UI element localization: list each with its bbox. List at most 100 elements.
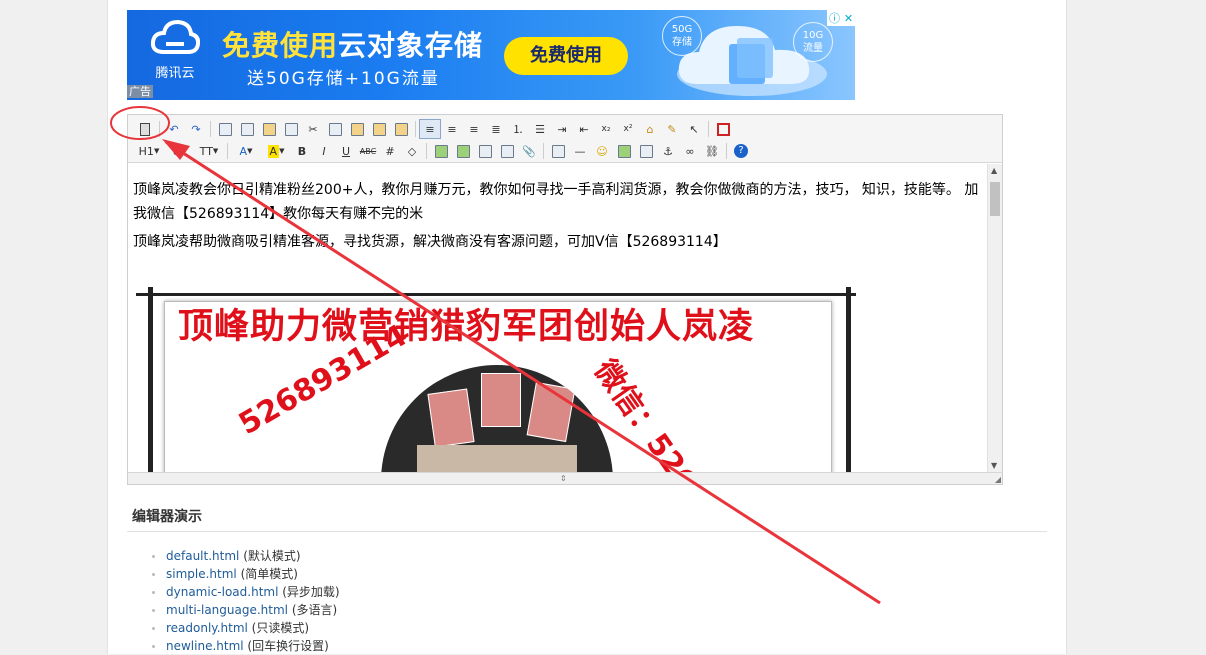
- help-button[interactable]: ?: [730, 141, 752, 161]
- rich-text-editor: ↶ ↷ ✂ ≡ ≡ ≡ ≣ ⒈ ☰ ⇥ ⇤ x₂ x² ⌂ ✎ ↖ H1 ▼ ɑ…: [127, 114, 1003, 485]
- banknote-stack: [427, 388, 475, 448]
- media-icon: [500, 144, 514, 158]
- link-button[interactable]: ∞: [679, 141, 701, 161]
- background-color-button[interactable]: A ▼: [261, 141, 291, 161]
- line-height-button[interactable]: #: [379, 141, 401, 161]
- redo-icon: ↷: [191, 122, 201, 136]
- multi-image-icon: [456, 144, 470, 158]
- source-code-button[interactable]: [134, 119, 156, 139]
- resize-grip-icon[interactable]: ⇕: [560, 474, 567, 483]
- code-icon: [284, 122, 298, 136]
- unordered-list-button[interactable]: ☰: [529, 119, 551, 139]
- poster-rod-left: [148, 287, 153, 472]
- badge-10g-label: 流量: [803, 43, 823, 54]
- indent-icon: ⇥: [557, 122, 567, 136]
- remove-format-button[interactable]: ◇: [401, 141, 423, 161]
- quick-format-button[interactable]: ✎: [661, 119, 683, 139]
- insert-file-button[interactable]: 📎: [518, 141, 540, 161]
- demo-desc: (异步加载): [278, 585, 340, 599]
- page-break-button[interactable]: [635, 141, 657, 161]
- template-button[interactable]: [258, 119, 280, 139]
- editor-statusbar: ⇕ ◢: [128, 472, 1002, 484]
- ad-cta-button[interactable]: 免费使用: [504, 37, 628, 75]
- subscript-button[interactable]: x₂: [595, 119, 617, 139]
- heading-dropdown[interactable]: H1 ▼: [134, 141, 164, 161]
- font-family-icon: ɑ: [172, 144, 180, 158]
- print-button[interactable]: [236, 119, 258, 139]
- insert-map-button[interactable]: [613, 141, 635, 161]
- badge-50g: 50G 存储: [662, 16, 702, 56]
- align-left-button[interactable]: ≡: [419, 119, 441, 139]
- insert-table-button[interactable]: [547, 141, 569, 161]
- superscript-button[interactable]: x²: [617, 119, 639, 139]
- font-color-button[interactable]: A ▼: [231, 141, 261, 161]
- ad-headline-highlight: 免费使用: [222, 29, 339, 62]
- select-all-button[interactable]: ↖: [683, 119, 705, 139]
- bold-button[interactable]: B: [291, 141, 313, 161]
- insert-multiimage-button[interactable]: [452, 141, 474, 161]
- insert-flash-button[interactable]: [474, 141, 496, 161]
- demo-desc: (回车换行设置): [243, 639, 329, 653]
- paste-text-button[interactable]: [368, 119, 390, 139]
- corner-resize-icon[interactable]: ◢: [995, 475, 1001, 484]
- broom-icon: ⌂: [646, 122, 654, 136]
- scroll-up-icon[interactable]: ▲: [991, 166, 997, 175]
- paste-word-button[interactable]: [390, 119, 412, 139]
- page-break-icon: [639, 144, 653, 158]
- editor-content-area[interactable]: 顶峰岚凌教会你日引精准粉丝200+人，教你月赚万元，教你如何寻找一手高利润货源，…: [128, 164, 988, 472]
- unlink-button[interactable]: ⛓: [701, 141, 723, 161]
- demo-link[interactable]: newline.html: [166, 639, 244, 653]
- logo-text: 腾讯云: [155, 66, 195, 81]
- paste-button[interactable]: [346, 119, 368, 139]
- preview-button[interactable]: [214, 119, 236, 139]
- align-justify-button[interactable]: ≣: [485, 119, 507, 139]
- undo-button[interactable]: ↶: [163, 119, 185, 139]
- preview-icon: [218, 122, 232, 136]
- poster-image[interactable]: 顶峰助力微营销猎豹军团创始人岚凌 526893114 微信：526: [136, 287, 856, 472]
- demo-link[interactable]: dynamic-load.html: [166, 585, 278, 599]
- chevron-down-icon: ▼: [179, 147, 186, 155]
- demo-link[interactable]: readonly.html: [166, 621, 248, 635]
- underline-button[interactable]: U: [335, 141, 357, 161]
- font-size-dropdown[interactable]: TT ▼: [194, 141, 224, 161]
- badge-50g-label: 存储: [672, 37, 692, 48]
- demo-link[interactable]: multi-language.html: [166, 603, 288, 617]
- list-item: dynamic-load.html (异步加载): [152, 583, 340, 601]
- bold-icon: B: [297, 144, 307, 158]
- ordered-list-button[interactable]: ⒈: [507, 119, 529, 139]
- banknote-pile: [417, 445, 577, 472]
- ad-close-icon[interactable]: ✕: [844, 12, 853, 25]
- strikethrough-button[interactable]: ABC: [357, 141, 379, 161]
- list-item: simple.html (简单模式): [152, 565, 340, 583]
- outdent-button[interactable]: ⇤: [573, 119, 595, 139]
- scroll-down-icon[interactable]: ▼: [991, 461, 997, 470]
- ad-choices[interactable]: ⓘ ✕: [827, 10, 855, 26]
- insert-hr-button[interactable]: —: [569, 141, 591, 161]
- align-right-button[interactable]: ≡: [463, 119, 485, 139]
- ad-banner[interactable]: 腾讯云 免费使用云对象存储 送50G存储+10G流量 免费使用 50G 存储 10…: [127, 10, 855, 100]
- align-center-button[interactable]: ≡: [441, 119, 463, 139]
- insert-media-button[interactable]: [496, 141, 518, 161]
- demo-link[interactable]: simple.html: [166, 567, 237, 581]
- editor-scrollbar[interactable]: ▲ ▼: [987, 164, 1002, 472]
- scroll-thumb[interactable]: [990, 182, 1000, 216]
- italic-button[interactable]: I: [313, 141, 335, 161]
- demo-link[interactable]: default.html: [166, 549, 239, 563]
- fullscreen-button[interactable]: [712, 119, 734, 139]
- redo-button[interactable]: ↷: [185, 119, 207, 139]
- cut-button[interactable]: ✂: [302, 119, 324, 139]
- ordered-list-icon: ⒈: [512, 123, 524, 136]
- font-family-dropdown[interactable]: ɑ ▼: [164, 141, 194, 161]
- clear-format-button[interactable]: ⌂: [639, 119, 661, 139]
- cut-icon: ✂: [308, 122, 318, 136]
- copy-button[interactable]: [324, 119, 346, 139]
- indent-button[interactable]: ⇥: [551, 119, 573, 139]
- emoticons-button[interactable]: ☺: [591, 141, 613, 161]
- demo-desc: (默认模式): [239, 549, 301, 563]
- anchor-button[interactable]: ⚓: [657, 141, 679, 161]
- insert-image-button[interactable]: [430, 141, 452, 161]
- code-button[interactable]: [280, 119, 302, 139]
- badge-10g: 10G 流量: [793, 22, 833, 62]
- ad-info-icon[interactable]: ⓘ: [829, 10, 840, 26]
- toolbar-separator: [426, 143, 427, 159]
